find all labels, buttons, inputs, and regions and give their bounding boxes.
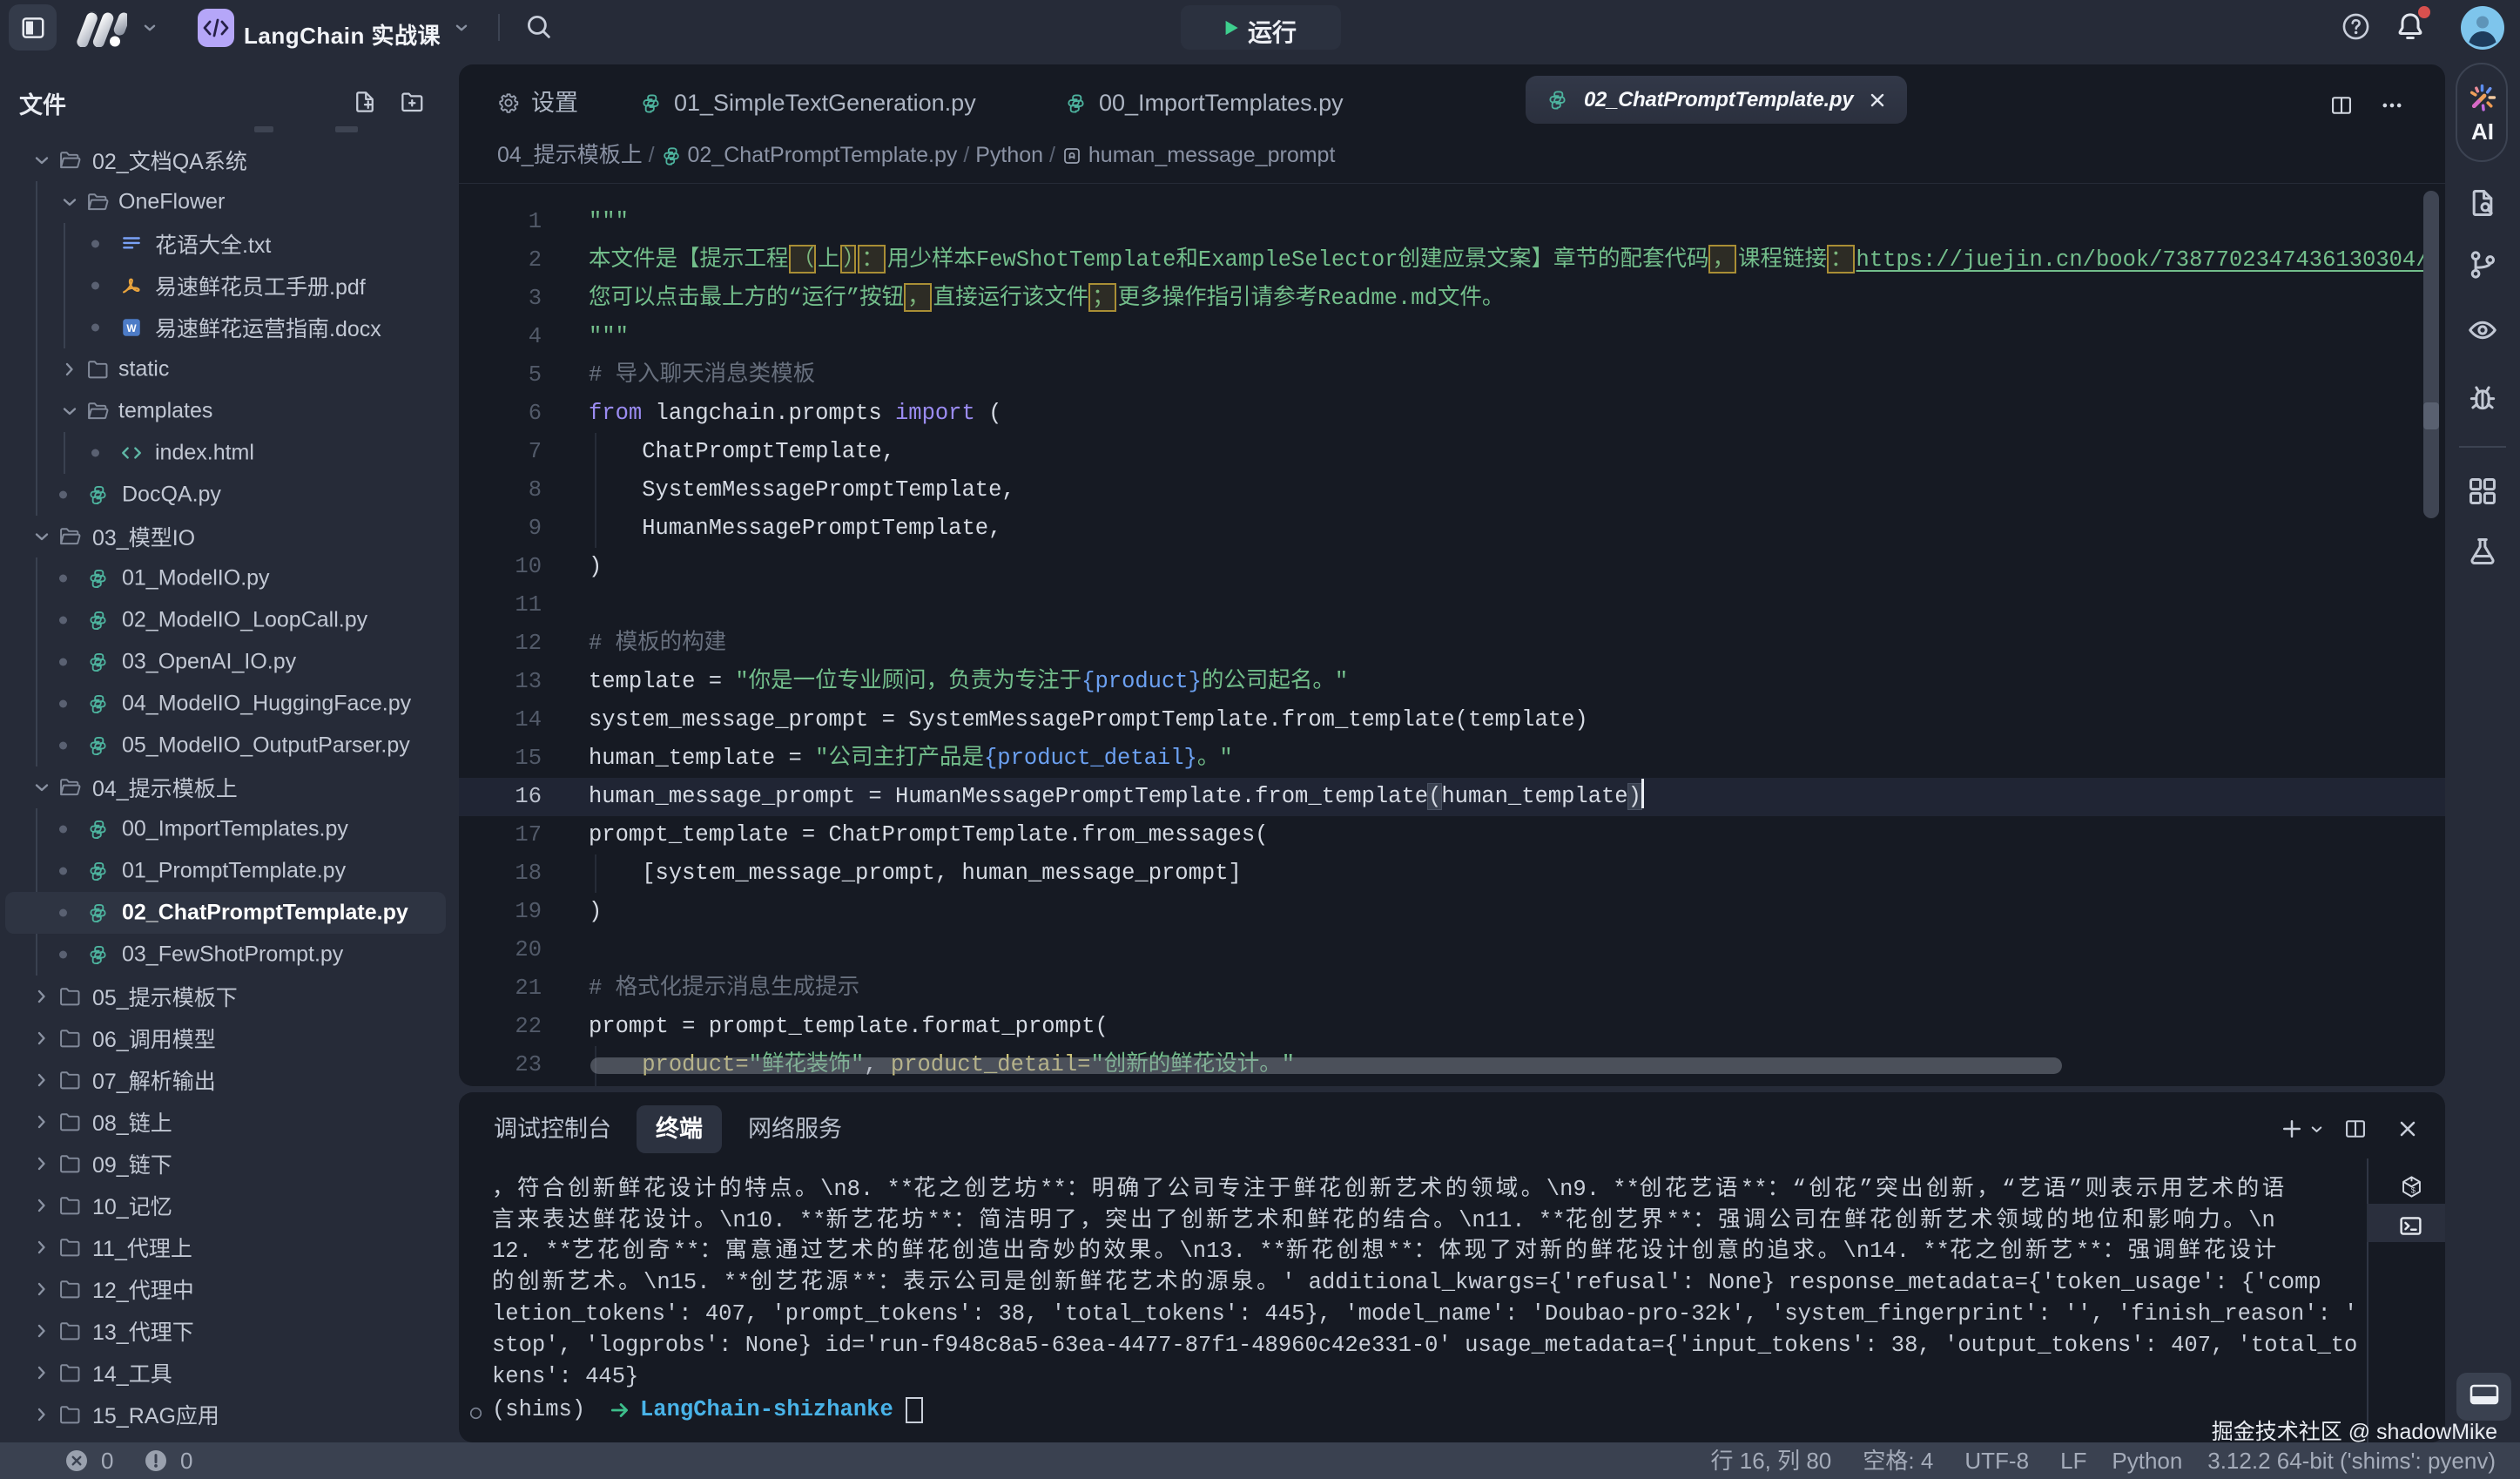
svg-text:$: $ xyxy=(2411,1185,2416,1194)
